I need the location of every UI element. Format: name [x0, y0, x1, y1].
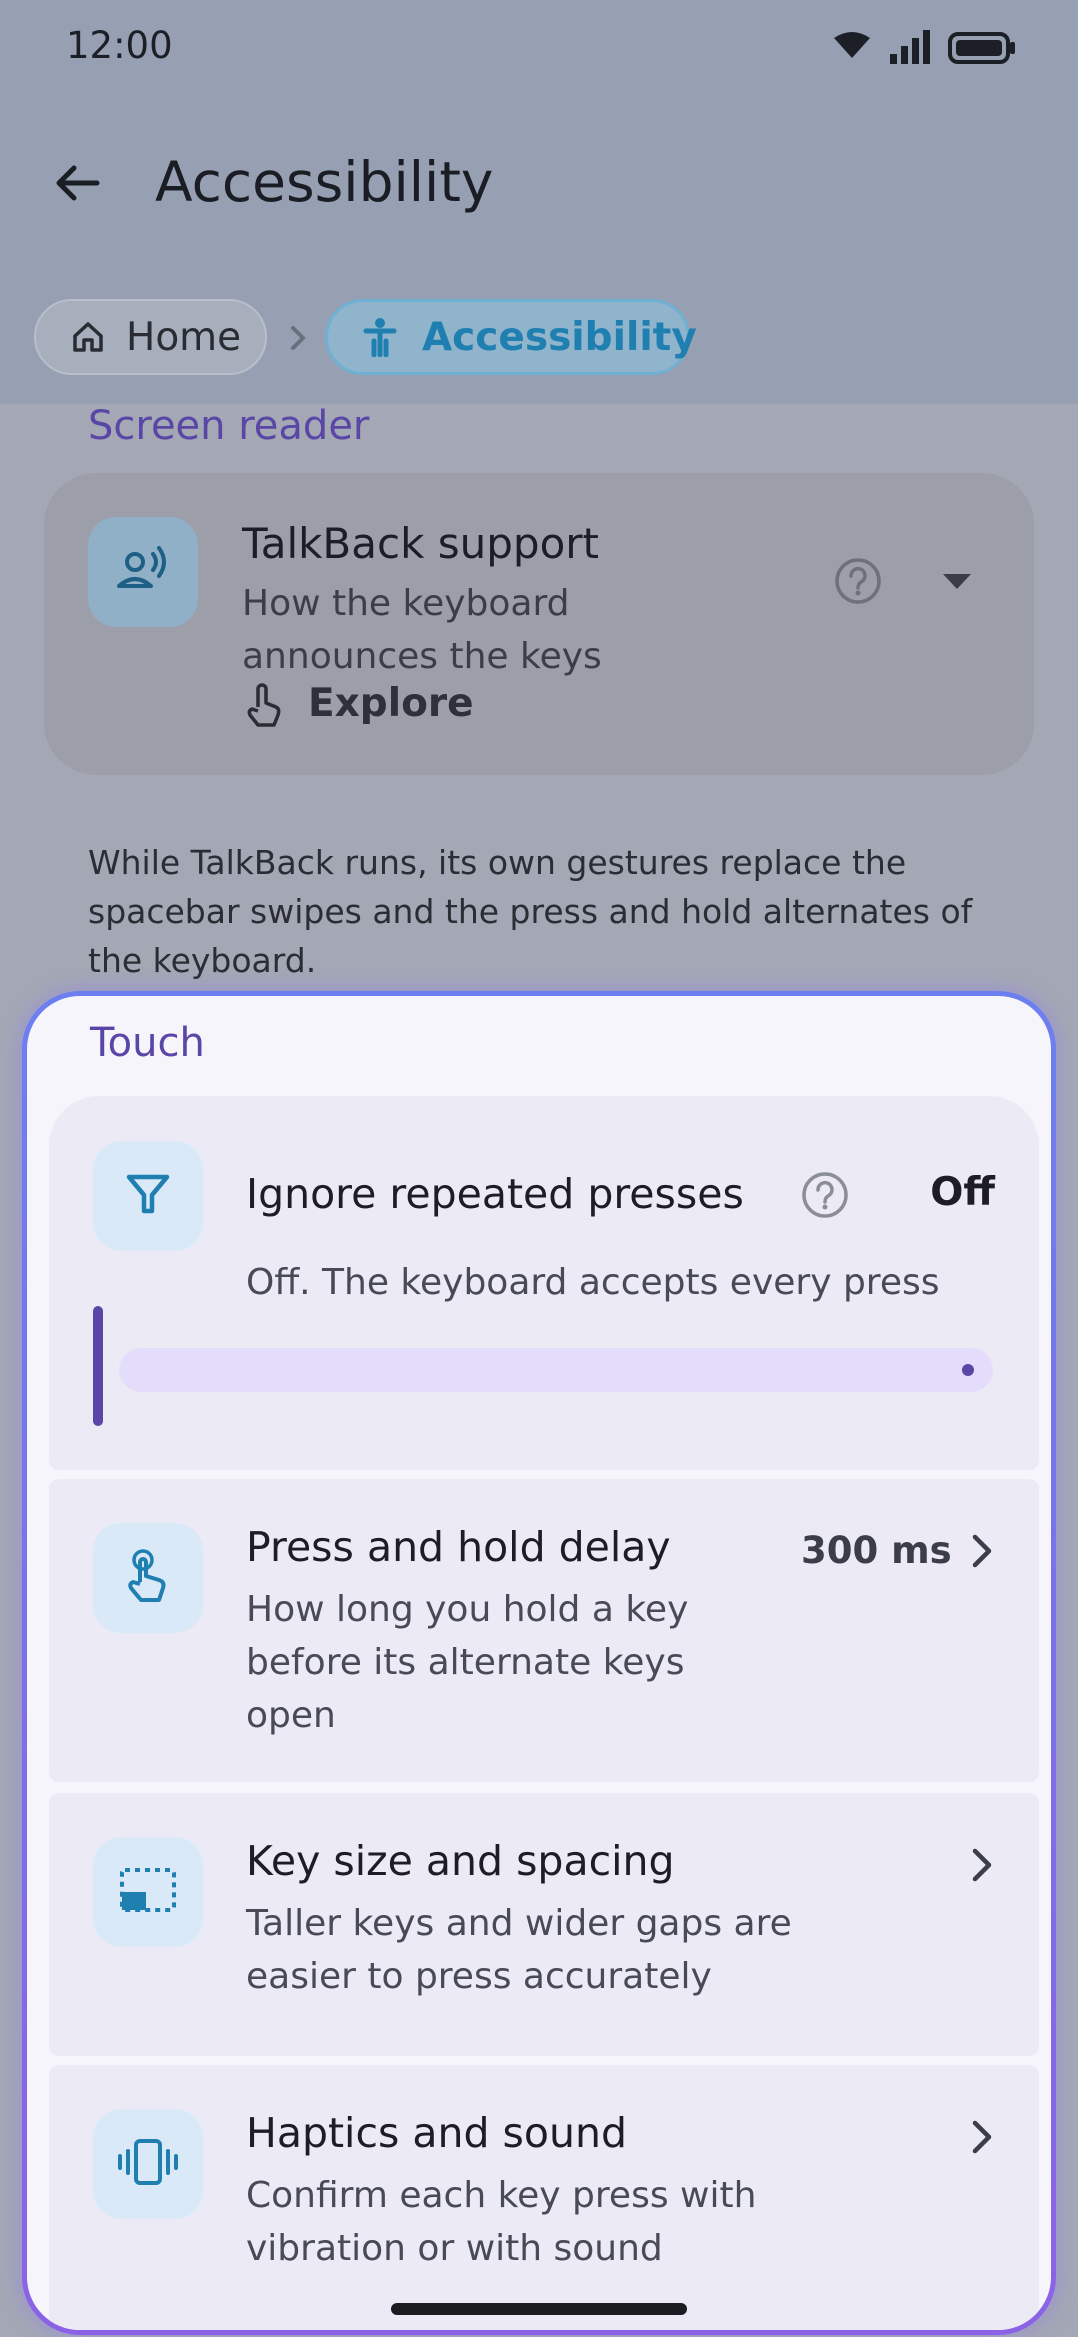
section-heading-screen-reader: Screen reader: [88, 403, 370, 449]
signal-icon: [890, 30, 930, 64]
hold-delay-title: Press and hold delay: [246, 1523, 671, 1571]
section-heading-touch: Touch: [90, 1020, 205, 1066]
breadcrumb-separator-icon: [284, 320, 312, 356]
talkback-icon-tile: [88, 517, 198, 627]
wifi-icon: [834, 32, 870, 58]
accessibility-icon: [362, 317, 398, 357]
key-size-icon-tile: [93, 1837, 203, 1947]
breadcrumb-home-label: Home: [126, 314, 242, 360]
haptics-row[interactable]: Haptics and sound Confirm each key press…: [49, 2065, 1039, 2330]
slider-stop-indicator: [962, 1364, 974, 1376]
talkback-card[interactable]: TalkBack support How the keyboard announ…: [44, 473, 1034, 775]
haptics-subtitle: Confirm each key press with vibration or…: [246, 2175, 757, 2269]
breadcrumb-current-label: Accessibility: [422, 314, 697, 360]
status-time: 12:00: [66, 24, 173, 67]
battery-icon: [948, 32, 1015, 64]
ignore-repeated-value: Off: [930, 1170, 995, 1215]
breadcrumb-home[interactable]: Home: [34, 299, 267, 375]
chevron-right-icon: [967, 1531, 997, 1571]
key-size-row[interactable]: Key size and spacing Taller keys and wid…: [49, 1793, 1039, 2056]
key-size-icon: [118, 1866, 178, 1918]
talkback-subtitle: How the keyboard announces the keys: [242, 583, 602, 677]
chevron-right-icon: [967, 1845, 997, 1885]
vibration-icon-tile: [93, 2109, 203, 2219]
talkback-title: TalkBack support: [242, 519, 599, 568]
ignore-repeated-subtitle: Off. The keyboard accepts every press: [246, 1262, 940, 1303]
talkback-mode: Explore: [308, 681, 474, 726]
page-title: Accessibility: [155, 150, 494, 214]
talkback-note: While TalkBack runs, its own gestures re…: [88, 843, 973, 980]
vibration-icon: [116, 2137, 180, 2191]
chevron-right-icon: [967, 2117, 997, 2157]
speaking-person-icon: [115, 542, 171, 602]
hold-delay-value: 300 ms: [801, 1529, 952, 1572]
ignore-repeated-card[interactable]: Ignore repeated presses Off Off. The key…: [49, 1096, 1039, 1470]
hold-delay-row[interactable]: Press and hold delay How long you hold a…: [49, 1479, 1039, 1782]
breadcrumb-current[interactable]: Accessibility: [325, 299, 697, 375]
key-size-subtitle: Taller keys and wider gaps are easier to…: [246, 1903, 792, 1997]
touch-section-panel: Touch Ignore repeated presses Off Off. T…: [22, 991, 1056, 2335]
slider-track[interactable]: [119, 1348, 993, 1392]
gesture-nav-handle[interactable]: [391, 2303, 687, 2315]
touch-explore-icon: [244, 681, 284, 729]
home-icon: [70, 319, 106, 355]
ignore-repeated-title: Ignore repeated presses: [246, 1170, 744, 1218]
touch-hand-icon: [123, 1548, 173, 1608]
touch-icon-tile: [93, 1523, 203, 1633]
help-icon[interactable]: [834, 557, 882, 609]
back-arrow-icon[interactable]: [52, 158, 102, 208]
haptics-title: Haptics and sound: [246, 2109, 627, 2157]
help-icon[interactable]: [801, 1171, 849, 1223]
status-icons: [828, 28, 1018, 68]
filter-icon: [125, 1171, 171, 1221]
dropdown-caret-icon[interactable]: [940, 571, 974, 595]
hold-delay-subtitle: How long you hold a key before its alter…: [246, 1589, 689, 1736]
slider-thumb[interactable]: [93, 1306, 103, 1426]
key-size-title: Key size and spacing: [246, 1837, 675, 1885]
filter-icon-tile: [93, 1141, 203, 1251]
